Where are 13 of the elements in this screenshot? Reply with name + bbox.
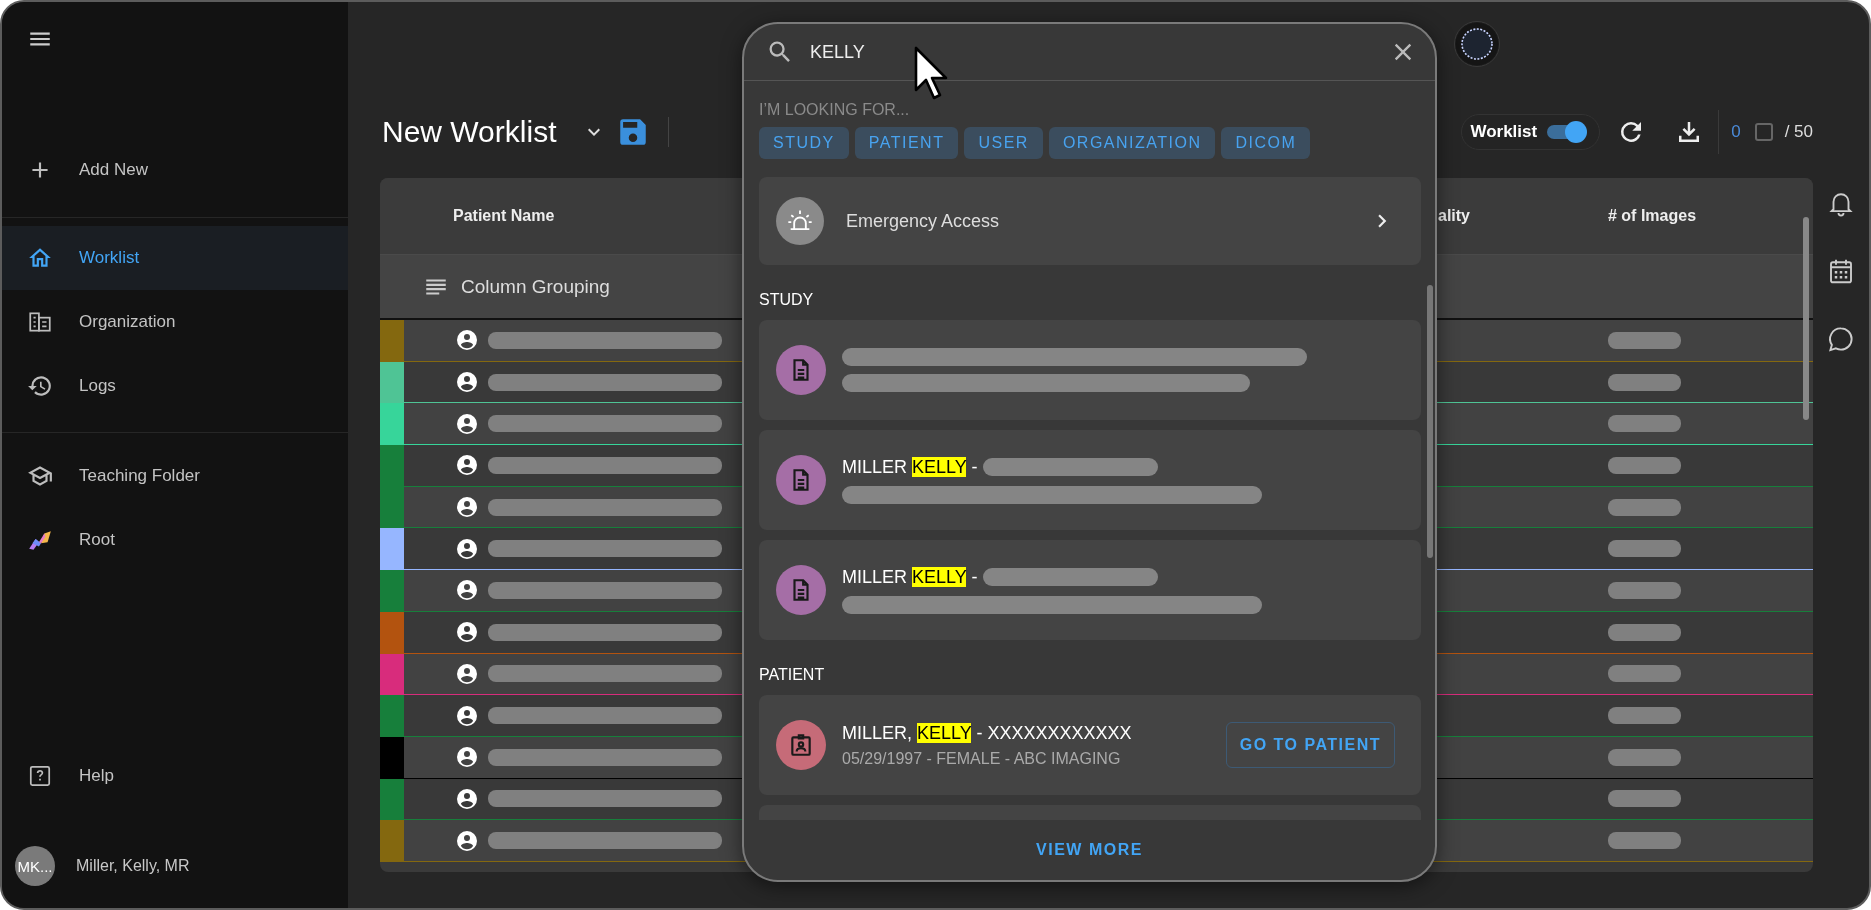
section-title: STUDY — [759, 291, 815, 309]
selected-count: 0 — [1731, 122, 1741, 142]
patient-details: 05/29/1997 - FEMALE - ABC IMAGING — [842, 749, 1122, 768]
result-title: MILLER, KELLY - XXXXXXXXXXXX — [842, 722, 1133, 744]
grouping-label: Column Grouping — [461, 275, 610, 298]
user-name: Miller, Kelly, MR — [76, 857, 190, 875]
result-title: MILLER KELLY - — [842, 566, 978, 588]
toggle-label: Worklist — [1470, 122, 1538, 142]
worklist-title: New Worklist — [382, 115, 557, 149]
search-hint: I’M LOOKING FOR... — [759, 101, 911, 119]
result-title: MILLER KELLY - — [842, 456, 978, 478]
section-title: PATIENT — [759, 666, 826, 684]
total-count: / 50 — [1784, 122, 1813, 142]
